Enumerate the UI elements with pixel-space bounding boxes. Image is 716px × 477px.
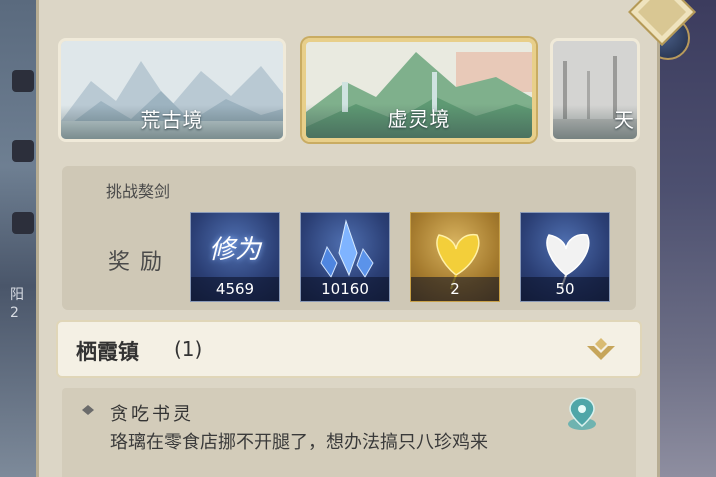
reward-item-gold-leaf[interactable]: 2 (410, 212, 500, 302)
background-right-scenery (656, 0, 716, 477)
reward-item-cultivation[interactable]: 修为 4569 (190, 212, 280, 302)
realm-card-huangu[interactable]: 荒古境 (58, 38, 286, 142)
realm-label: 虚灵境 (387, 107, 451, 131)
challenge-box: 挑战獒剑 奖励 修为 4569 10160 2 50 (62, 166, 636, 310)
reward-quantity: 4569 (215, 280, 255, 298)
reward-label: 奖励 (108, 250, 173, 275)
reward-quantity: 10160 (321, 280, 369, 298)
realm-label: 天 (614, 108, 635, 132)
realm-card-tian[interactable]: 天 (550, 38, 640, 142)
expand-chevron-icon[interactable] (584, 336, 618, 364)
location-count: (1) (174, 337, 203, 361)
reward-item-silver-leaf[interactable]: 50 (520, 212, 610, 302)
sidebar-partial-text: 阳 2 (10, 287, 24, 321)
cultivation-icon: 修为 (208, 235, 261, 265)
quest-description: 珞璃在零食店挪不开腿了，想办法搞只八珍鸡来 (110, 432, 488, 453)
challenge-title: 挑战獒剑 (106, 182, 171, 201)
location-header[interactable]: 栖霞镇 (1) (56, 320, 642, 378)
realm-card-xuling[interactable]: 虚灵境 (302, 38, 536, 142)
realm-label: 荒古境 (140, 108, 204, 132)
reward-quantity: 50 (555, 280, 575, 298)
map-pin-icon[interactable] (562, 394, 602, 434)
location-name: 栖霞镇 (76, 340, 139, 364)
quest-bullet-icon (82, 405, 94, 415)
side-marker (12, 140, 34, 162)
reward-item-crystal[interactable]: 10160 (300, 212, 390, 302)
reward-quantity: 2 (450, 280, 460, 298)
side-marker (12, 212, 34, 234)
quest-entry[interactable]: 贪吃书灵 珞璃在零食店挪不开腿了，想办法搞只八珍鸡来 (62, 388, 636, 477)
side-marker (12, 70, 34, 92)
quest-title: 贪吃书灵 (110, 404, 194, 425)
